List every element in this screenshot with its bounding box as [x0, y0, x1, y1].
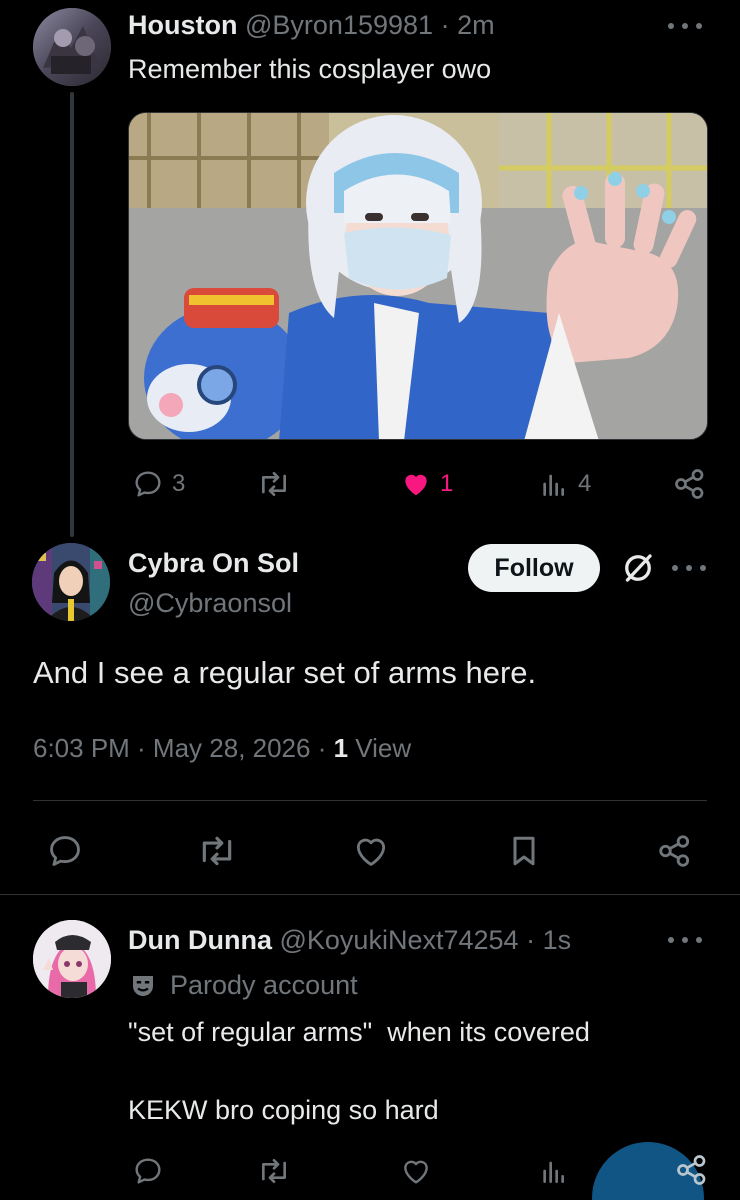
- tweet2-retweet-button[interactable]: [196, 832, 238, 870]
- heart-icon: [356, 838, 386, 866]
- parody-mask-icon: [133, 975, 153, 996]
- avatar-cybra[interactable]: [32, 543, 110, 621]
- thread-connector-line: [70, 92, 74, 537]
- tweet3-share-button[interactable]: [674, 1152, 710, 1188]
- tweet1-views-button[interactable]: 4: [538, 468, 591, 500]
- tweet1-view-count: 4: [578, 470, 592, 497]
- tweet1-display-name[interactable]: Houston: [128, 10, 237, 40]
- parody-label-row: Parody account: [128, 970, 358, 1001]
- tweet2-share-button[interactable]: [656, 832, 694, 870]
- heart-filled-icon: [405, 474, 427, 496]
- tweet3-like-button[interactable]: [400, 1155, 432, 1187]
- reply-icon: [50, 836, 80, 866]
- tweet1-separator: ·: [440, 10, 450, 40]
- share-icon: [675, 469, 704, 499]
- tweet1-more-icon[interactable]: [668, 16, 702, 36]
- tweet3-views-button[interactable]: [538, 1155, 570, 1187]
- tweet3-more-icon[interactable]: [668, 930, 702, 950]
- follow-button[interactable]: Follow: [468, 544, 600, 592]
- tweet2-like-button[interactable]: [352, 832, 390, 870]
- tweet2-text: And I see a regular set of arms here.: [33, 655, 537, 690]
- reply-icon: [135, 1158, 161, 1184]
- tweet2-view-count: 1: [333, 733, 349, 763]
- retweet-icon: [202, 836, 232, 866]
- reply-icon: [135, 471, 161, 497]
- tweet3-display-name[interactable]: Dun Dunna: [128, 925, 272, 955]
- tweet2-more-icon[interactable]: [672, 558, 706, 578]
- tweet2-view-label: View: [348, 733, 412, 763]
- tweet1-media-image[interactable]: [128, 112, 708, 440]
- views-icon: [543, 1161, 564, 1183]
- bookmark-icon: [513, 836, 535, 866]
- tweet2-reply-button[interactable]: [46, 832, 84, 870]
- tweet1-retweet-button[interactable]: [256, 468, 292, 500]
- tweet3-text-line1: "set of regular arms" when its covered: [128, 1017, 590, 1047]
- tweet2-handle[interactable]: @Cybraonsol: [128, 588, 292, 619]
- tweet3-text-line2: KEKW bro coping so hard: [128, 1095, 439, 1125]
- tweet2-bookmark-button[interactable]: [506, 832, 542, 870]
- tweet1-handle[interactable]: @Byron159981: [245, 10, 433, 40]
- tweet2-timestamp[interactable]: 6:03 PM · May 28, 2026 ·: [33, 733, 334, 763]
- tweet1-like-count: 1: [440, 470, 454, 497]
- avatar-dun-dunna[interactable]: [33, 920, 111, 998]
- tweet1-like-button[interactable]: 1: [400, 468, 453, 500]
- tweet3-separator: ·: [526, 925, 536, 955]
- grok-icon[interactable]: [620, 550, 656, 591]
- share-icon: [677, 1155, 706, 1185]
- tweet3-retweet-button[interactable]: [256, 1155, 292, 1187]
- tweet2-divider-top: [33, 800, 707, 801]
- share-icon: [659, 835, 690, 867]
- tweet2-divider-bottom: [0, 894, 740, 895]
- tweet2-display-name[interactable]: Cybra On Sol: [128, 548, 299, 579]
- tweet1-reply-count: 3: [172, 470, 186, 497]
- tweet3-handle[interactable]: @KoyukiNext74254: [280, 925, 519, 955]
- retweet-icon: [262, 1159, 286, 1183]
- tweet1-reply-button[interactable]: 3: [132, 468, 185, 500]
- heart-icon: [404, 1160, 428, 1184]
- tweet1-header: Houston @Byron159981 · 2m: [128, 10, 495, 41]
- tweet3-reply-button[interactable]: [132, 1155, 164, 1187]
- tweet1-share-button[interactable]: [672, 466, 708, 502]
- views-icon: [543, 474, 564, 496]
- tweet3-header: Dun Dunna @KoyukiNext74254 · 1s: [128, 925, 571, 956]
- avatar-houston[interactable]: [33, 8, 111, 86]
- parody-label: Parody account: [170, 970, 358, 1000]
- tweet2-timestamp-row: 6:03 PM · May 28, 2026 · 1 View: [33, 733, 411, 764]
- tweet1-time[interactable]: 2m: [457, 10, 495, 40]
- tweet1-text: Remember this cosplayer owo: [128, 54, 492, 84]
- retweet-icon: [262, 472, 286, 496]
- tweet3-time[interactable]: 1s: [543, 925, 572, 955]
